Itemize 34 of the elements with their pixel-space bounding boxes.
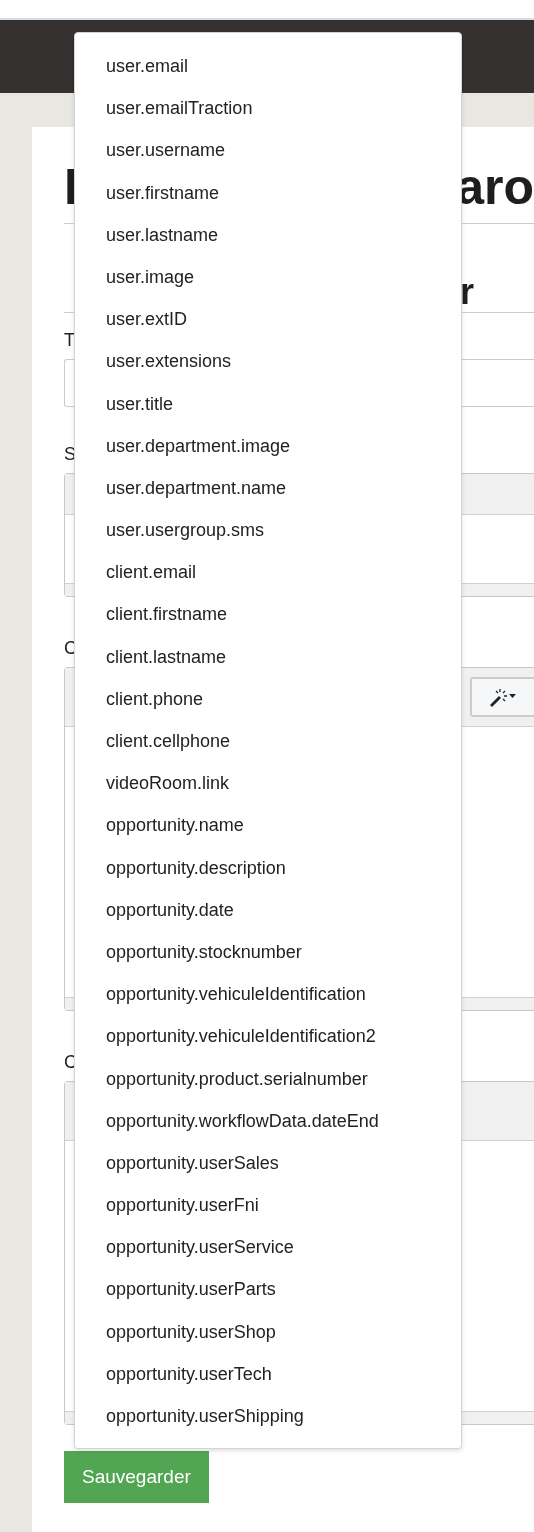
- menu-item[interactable]: opportunity.vehiculeIdentification: [75, 973, 461, 1016]
- magic-wand-button[interactable]: [470, 677, 534, 717]
- menu-item[interactable]: user.title: [75, 382, 461, 425]
- menu-item[interactable]: client.email: [75, 551, 461, 594]
- menu-item[interactable]: user.extID: [75, 298, 461, 341]
- menu-item[interactable]: opportunity.userParts: [75, 1268, 461, 1311]
- field-label: T: [64, 329, 75, 351]
- menu-item[interactable]: user.department.image: [75, 424, 461, 467]
- menu-item[interactable]: user.usergroup.sms: [75, 509, 461, 552]
- menu-item[interactable]: opportunity.userShop: [75, 1310, 461, 1353]
- menu-item[interactable]: opportunity.userTech: [75, 1352, 461, 1395]
- menu-item[interactable]: client.cellphone: [75, 720, 461, 763]
- menu-item[interactable]: user.emailTraction: [75, 87, 461, 130]
- menu-item[interactable]: opportunity.vehiculeIdentification2: [75, 1015, 461, 1058]
- menu-item[interactable]: videoRoom.link: [75, 762, 461, 805]
- menu-item[interactable]: opportunity.description: [75, 846, 461, 889]
- menu-item[interactable]: opportunity.userService: [75, 1226, 461, 1269]
- section-heading: r: [460, 272, 474, 312]
- menu-item[interactable]: user.extensions: [75, 340, 461, 383]
- menu-item[interactable]: opportunity.product.serialnumber: [75, 1057, 461, 1100]
- menu-item[interactable]: opportunity.date: [75, 888, 461, 931]
- menu-item[interactable]: user.department.name: [75, 466, 461, 510]
- menu-item[interactable]: opportunity.userFni: [75, 1184, 461, 1227]
- menu-item[interactable]: user.image: [75, 255, 461, 299]
- menu-item[interactable]: client.lastname: [75, 635, 461, 678]
- menu-item[interactable]: opportunity.workflowData.dateEnd: [75, 1099, 461, 1142]
- menu-item[interactable]: client.phone: [75, 677, 461, 720]
- menu-item[interactable]: opportunity.name: [75, 804, 461, 847]
- menu-item[interactable]: opportunity.stocknumber: [75, 930, 461, 974]
- menu-item[interactable]: user.email: [75, 45, 461, 88]
- menu-item[interactable]: client.firstname: [75, 593, 461, 636]
- magic-wand-icon: [488, 687, 518, 707]
- menu-item[interactable]: opportunity.userShipping: [75, 1395, 461, 1438]
- menu-item[interactable]: opportunity.userSales: [75, 1141, 461, 1185]
